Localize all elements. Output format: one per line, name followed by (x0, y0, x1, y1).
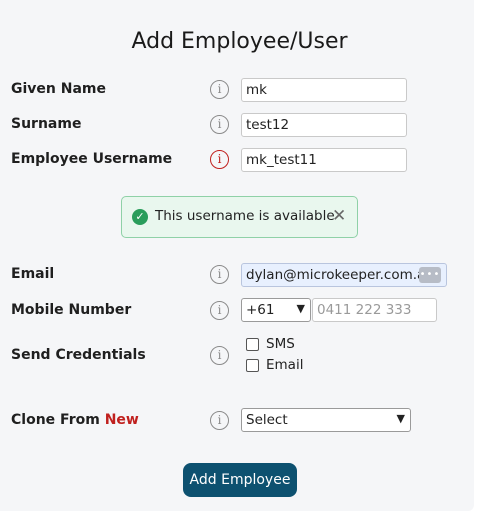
country-code-value: +61 (246, 302, 275, 318)
username-input[interactable]: mk_test11 (241, 148, 407, 172)
clone-from-text: Clone From (11, 412, 100, 428)
email-checkbox-label[interactable]: Email (266, 357, 303, 373)
check-circle-icon: ✓ (132, 209, 148, 225)
sms-checkbox[interactable] (246, 338, 259, 351)
username-label: Employee Username (11, 151, 173, 167)
email-info-icon[interactable]: i (210, 265, 229, 284)
close-icon[interactable]: ✕ (332, 206, 346, 226)
clone-from-selected: Select (246, 412, 288, 428)
autofill-menu-icon[interactable]: ••• (419, 267, 441, 283)
email-checkbox[interactable] (246, 359, 259, 372)
email-label: Email (11, 266, 55, 282)
email-input[interactable]: dylan@microkeeper.com.a ••• (241, 263, 447, 287)
mobile-input[interactable]: 0411 222 333 (312, 298, 437, 322)
send-credentials-label: Send Credentials (11, 347, 146, 363)
surname-label: Surname (11, 116, 82, 132)
new-badge: New (104, 412, 139, 428)
alert-message: This username is available (155, 208, 335, 224)
chevron-down-icon: ▼ (296, 302, 305, 315)
add-employee-button[interactable]: Add Employee (183, 463, 297, 497)
chevron-down-icon: ▼ (396, 412, 405, 425)
send-credentials-info-icon[interactable]: i (210, 346, 229, 365)
username-info-icon[interactable]: i (210, 150, 229, 169)
given-name-label: Given Name (11, 81, 106, 97)
given-name-input[interactable]: mk (241, 78, 407, 102)
surname-input[interactable]: test12 (241, 113, 407, 137)
clone-from-label: Clone From New (11, 412, 139, 428)
mobile-placeholder: 0411 222 333 (317, 302, 412, 318)
email-value: dylan@microkeeper.com.a (246, 267, 426, 283)
mobile-info-icon[interactable]: i (210, 301, 229, 320)
page-title: Add Employee/User (131, 29, 348, 54)
sms-checkbox-label[interactable]: SMS (266, 336, 295, 352)
username-available-alert: ✓ This username is available ✕ (121, 196, 358, 238)
clone-from-select[interactable]: Select ▼ (241, 408, 411, 432)
form-panel (0, 0, 474, 511)
mobile-label: Mobile Number (11, 302, 132, 318)
country-code-select[interactable]: +61 ▼ (241, 298, 311, 322)
given-name-info-icon[interactable]: i (210, 80, 229, 99)
clone-from-info-icon[interactable]: i (210, 411, 229, 430)
surname-info-icon[interactable]: i (210, 115, 229, 134)
